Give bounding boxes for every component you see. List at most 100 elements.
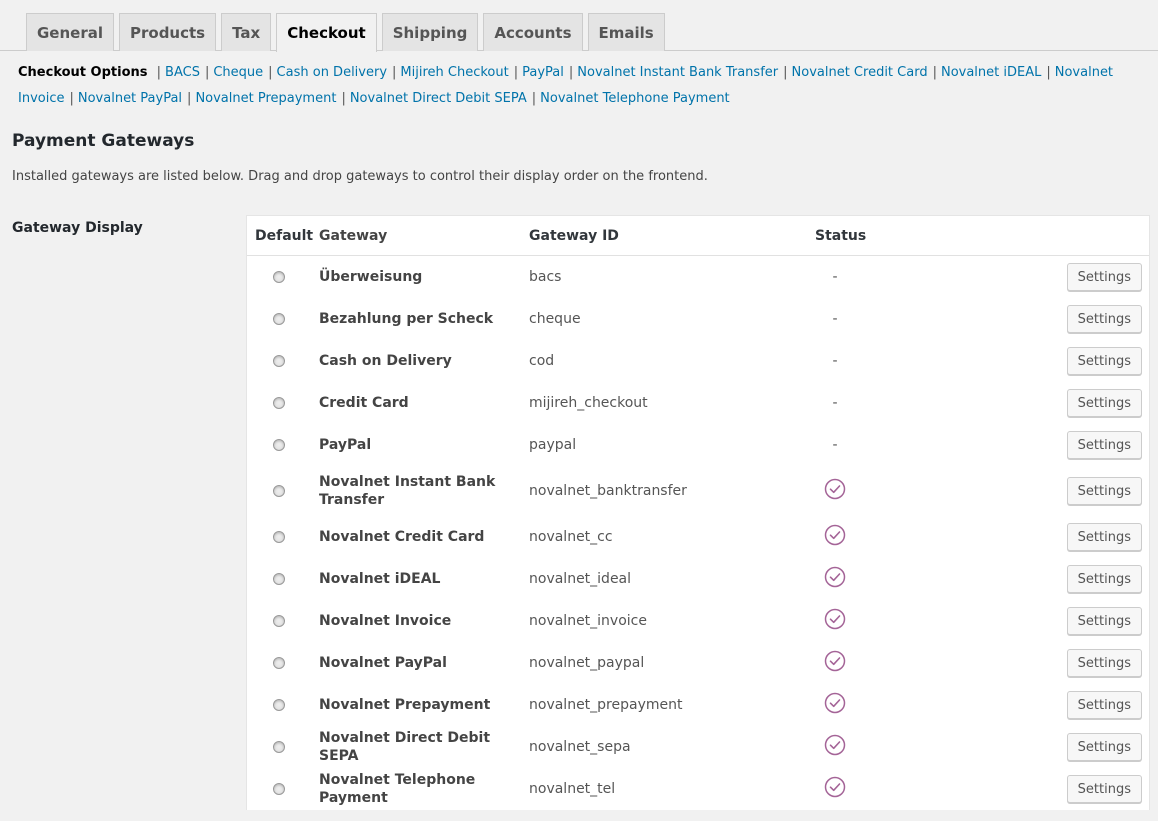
table-row[interactable]: Bezahlung per Scheck cheque - Settings	[247, 298, 1149, 340]
subnav-link-novalnet-credit-card[interactable]: Novalnet Credit Card	[792, 65, 928, 80]
gateway-id: cod	[529, 353, 555, 369]
status-enabled-check-icon	[815, 608, 855, 634]
default-radio[interactable]	[273, 783, 285, 795]
gateway-id: novalnet_prepayment	[529, 697, 683, 713]
subnav-separator: |	[69, 91, 74, 106]
gateway-id: novalnet_invoice	[529, 613, 647, 629]
table-row[interactable]: Novalnet Prepayment novalnet_prepayment Se…	[247, 684, 1149, 726]
subnav-separator: |	[268, 65, 273, 80]
status-enabled-check-icon	[815, 478, 855, 504]
subnav-link-novalnet-prepayment[interactable]: Novalnet Prepayment	[195, 91, 336, 106]
settings-button[interactable]: Settings	[1066, 477, 1142, 505]
gateway-name: Novalnet Instant Bank Transfer	[319, 474, 496, 508]
table-row[interactable]: Novalnet PayPal novalnet_paypal Settings	[247, 642, 1149, 684]
status-disabled-dash: -	[832, 395, 838, 411]
table-row[interactable]: Novalnet Direct Debit SEPA novalnet_sepa S…	[247, 726, 1149, 768]
subnav-link-novalnet-telephone-payment[interactable]: Novalnet Telephone Payment	[540, 91, 729, 106]
subnav-link-novalnet-direct-debit-sepa[interactable]: Novalnet Direct Debit SEPA	[350, 91, 527, 106]
settings-tabs: General Products Tax Checkout Shipping Accoun…	[26, 13, 670, 52]
default-radio[interactable]	[273, 531, 285, 543]
gateway-id: novalnet_cc	[529, 529, 613, 545]
table-body: Überweisung bacs - Settings Bezahlung per Sc…	[247, 256, 1149, 810]
status-disabled-dash: -	[832, 269, 838, 285]
default-radio[interactable]	[273, 485, 285, 497]
table-row[interactable]: Novalnet Instant Bank Transfer novalnet_b…	[247, 466, 1149, 516]
default-radio[interactable]	[273, 741, 285, 753]
gateway-name: Überweisung	[319, 269, 423, 285]
status-disabled-dash: -	[832, 353, 838, 369]
default-radio[interactable]	[273, 699, 285, 711]
table-row[interactable]: Novalnet Credit Card novalnet_cc Settings	[247, 516, 1149, 558]
subnav-link-novalnet-ideal[interactable]: Novalnet iDEAL	[941, 65, 1041, 80]
status-enabled-check-icon	[815, 734, 855, 760]
table-row[interactable]: Novalnet iDEAL novalnet_ideal Settings	[247, 558, 1149, 600]
gateway-id: novalnet_tel	[529, 781, 616, 797]
gateway-name: Novalnet Telephone Payment	[319, 772, 476, 806]
subnav-link-cash-on-delivery[interactable]: Cash on Delivery	[277, 65, 387, 80]
gateway-name: Bezahlung per Scheck	[319, 311, 494, 327]
tab-shipping[interactable]: Shipping	[381, 13, 479, 51]
tab-emails[interactable]: Emails	[587, 13, 665, 51]
page-description: Installed gateways are listed below. Dra…	[12, 169, 708, 184]
status-enabled-check-icon	[815, 524, 855, 550]
subnav-link-paypal[interactable]: PayPal	[522, 65, 564, 80]
settings-button[interactable]: Settings	[1066, 389, 1142, 417]
subnav-link-cheque[interactable]: Cheque	[213, 65, 263, 80]
header-gateway-id: Gateway ID	[529, 227, 619, 244]
gateway-name: Novalnet Credit Card	[319, 529, 485, 545]
gateway-id: novalnet_paypal	[529, 655, 645, 671]
gateway-name: Novalnet PayPal	[319, 655, 447, 671]
default-radio[interactable]	[273, 271, 285, 283]
gateway-id: paypal	[529, 437, 577, 453]
settings-button[interactable]: Settings	[1066, 431, 1142, 459]
tab-checkout[interactable]: Checkout	[276, 13, 377, 52]
subnav-link-bacs[interactable]: BACS	[165, 65, 200, 80]
gateway-name: Novalnet Direct Debit SEPA	[319, 730, 491, 764]
table-row[interactable]: Cash on Delivery cod - Settings	[247, 340, 1149, 382]
table-row[interactable]: Novalnet Invoice novalnet_invoice Settings	[247, 600, 1149, 642]
subnav-separator: |	[932, 65, 937, 80]
subnav-link-novalnet-paypal[interactable]: Novalnet PayPal	[78, 91, 182, 106]
settings-button[interactable]: Settings	[1066, 263, 1142, 291]
settings-button[interactable]: Settings	[1066, 565, 1142, 593]
subnav-separator: |	[341, 91, 346, 106]
settings-button[interactable]: Settings	[1066, 691, 1142, 719]
gateway-id: novalnet_sepa	[529, 739, 631, 755]
checkout-subnav: Checkout Options | BACS | Cheque | Cash on De…	[18, 60, 1148, 112]
status-enabled-check-icon	[815, 566, 855, 592]
default-radio[interactable]	[273, 397, 285, 409]
settings-button[interactable]: Settings	[1066, 305, 1142, 333]
subnav-link-mijireh-checkout[interactable]: Mijireh Checkout	[400, 65, 508, 80]
settings-tabs-bar: General Products Tax Checkout Shipping Accoun…	[0, 0, 1158, 52]
tab-products[interactable]: Products	[119, 13, 217, 51]
settings-button[interactable]: Settings	[1066, 347, 1142, 375]
settings-button[interactable]: Settings	[1066, 775, 1142, 803]
default-radio[interactable]	[273, 573, 285, 585]
tab-accounts[interactable]: Accounts	[483, 13, 583, 51]
default-radio[interactable]	[273, 313, 285, 325]
table-row[interactable]: Überweisung bacs - Settings	[247, 256, 1149, 298]
gateways-table: Default Gateway Gateway ID Status Überwe…	[246, 215, 1150, 810]
default-radio[interactable]	[273, 657, 285, 669]
settings-button[interactable]: Settings	[1066, 523, 1142, 551]
table-row[interactable]: Novalnet Telephone Payment novalnet_tel Se…	[247, 768, 1149, 810]
gateway-name: Novalnet iDEAL	[319, 571, 441, 587]
default-radio[interactable]	[273, 439, 285, 451]
subnav-separator: |	[392, 65, 397, 80]
tab-tax[interactable]: Tax	[221, 13, 272, 51]
status-disabled-dash: -	[832, 437, 838, 453]
status-disabled-dash: -	[832, 311, 838, 327]
gateway-id: novalnet_banktransfer	[529, 483, 687, 499]
settings-button[interactable]: Settings	[1066, 649, 1142, 677]
subnav-link-novalnet-instant-bank-transfer[interactable]: Novalnet Instant Bank Transfer	[577, 65, 778, 80]
settings-button[interactable]: Settings	[1066, 607, 1142, 635]
table-row[interactable]: PayPal paypal - Settings	[247, 424, 1149, 466]
tab-general[interactable]: General	[26, 13, 114, 51]
default-radio[interactable]	[273, 355, 285, 367]
table-header: Default Gateway Gateway ID Status	[247, 216, 1149, 256]
settings-button[interactable]: Settings	[1066, 733, 1142, 761]
header-status: Status	[815, 227, 867, 244]
subnav-separator: |	[513, 65, 519, 80]
default-radio[interactable]	[273, 615, 285, 627]
table-row[interactable]: Credit Card mijireh_checkout - Settings	[247, 382, 1149, 424]
